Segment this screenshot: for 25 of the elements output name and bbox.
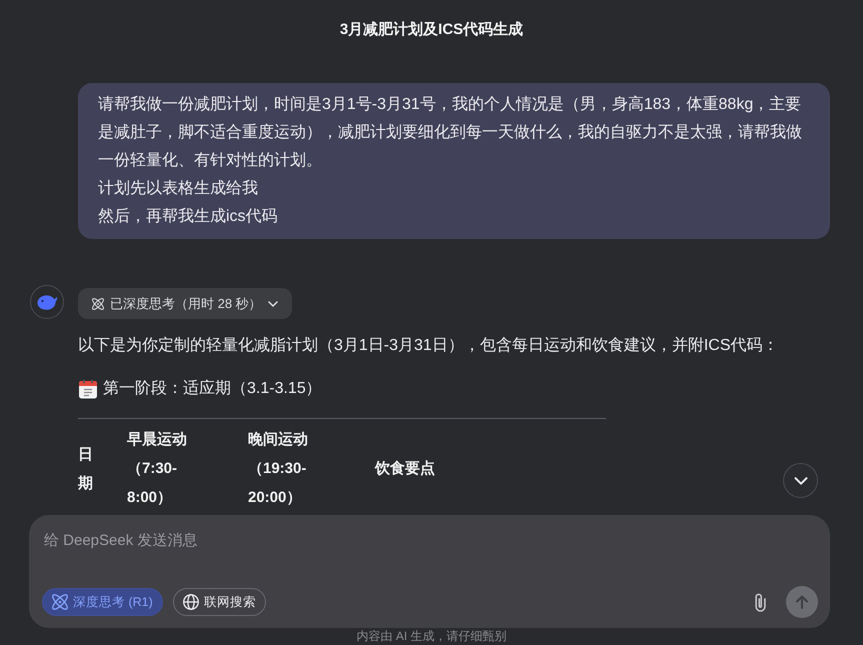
atom-icon xyxy=(92,298,104,310)
globe-icon xyxy=(182,594,199,610)
whale-icon xyxy=(30,285,64,319)
message-composer[interactable]: 给 DeepSeek 发送消息 深度思考 (R1) 联网搜索 xyxy=(29,515,830,628)
atom-icon xyxy=(52,594,68,610)
chevron-down-icon xyxy=(794,476,808,484)
calendar-icon xyxy=(78,379,98,399)
window-title: 3月减肥计划及ICS代码生成 xyxy=(340,20,524,40)
section-heading: 第一阶段：适应期（3.1-3.15） xyxy=(103,378,322,399)
thinking-toggle[interactable]: 已深度思考（用时 28 秒） xyxy=(78,288,292,319)
column-header: 早晨运动（7:30-8:00） xyxy=(127,430,188,508)
column-header: 日期 xyxy=(78,444,94,494)
column-header: 饮食要点 xyxy=(375,459,435,479)
intro-text: 以下是为你定制的轻量化减脂计划（3月1日-3月31日），包含每日运动和饮食建议，并附ICS代码： xyxy=(78,336,780,356)
arrow-up-icon xyxy=(796,595,808,609)
web-search-toggle[interactable]: 联网搜索 xyxy=(172,588,266,616)
message-text: 请帮我做一份减肥计划，时间是3月1号-3月31号，我的个人情况是（男，身高183，体重88kg，主要是减肚子，脚不适合重度运动），减肥计划要细化到每一天做什么，我的自驱力不是太强，请帮我做一份轻量化、有针对性的计划。 xyxy=(98,94,803,171)
scroll-down-button[interactable] xyxy=(783,463,818,498)
message-input[interactable]: 给 DeepSeek 发送消息 xyxy=(42,527,818,586)
message-text: 然后，再帮我生成ics代码 xyxy=(98,206,279,227)
chevron-down-icon xyxy=(268,300,278,306)
message-text: 计划先以表格生成给我 xyxy=(98,178,259,199)
paperclip-icon[interactable] xyxy=(755,592,766,612)
disclaimer-text: 内容由 AI 生成，请仔细甄别 xyxy=(356,629,506,644)
column-header: 晚间运动（19:30-20:00） xyxy=(248,430,309,508)
